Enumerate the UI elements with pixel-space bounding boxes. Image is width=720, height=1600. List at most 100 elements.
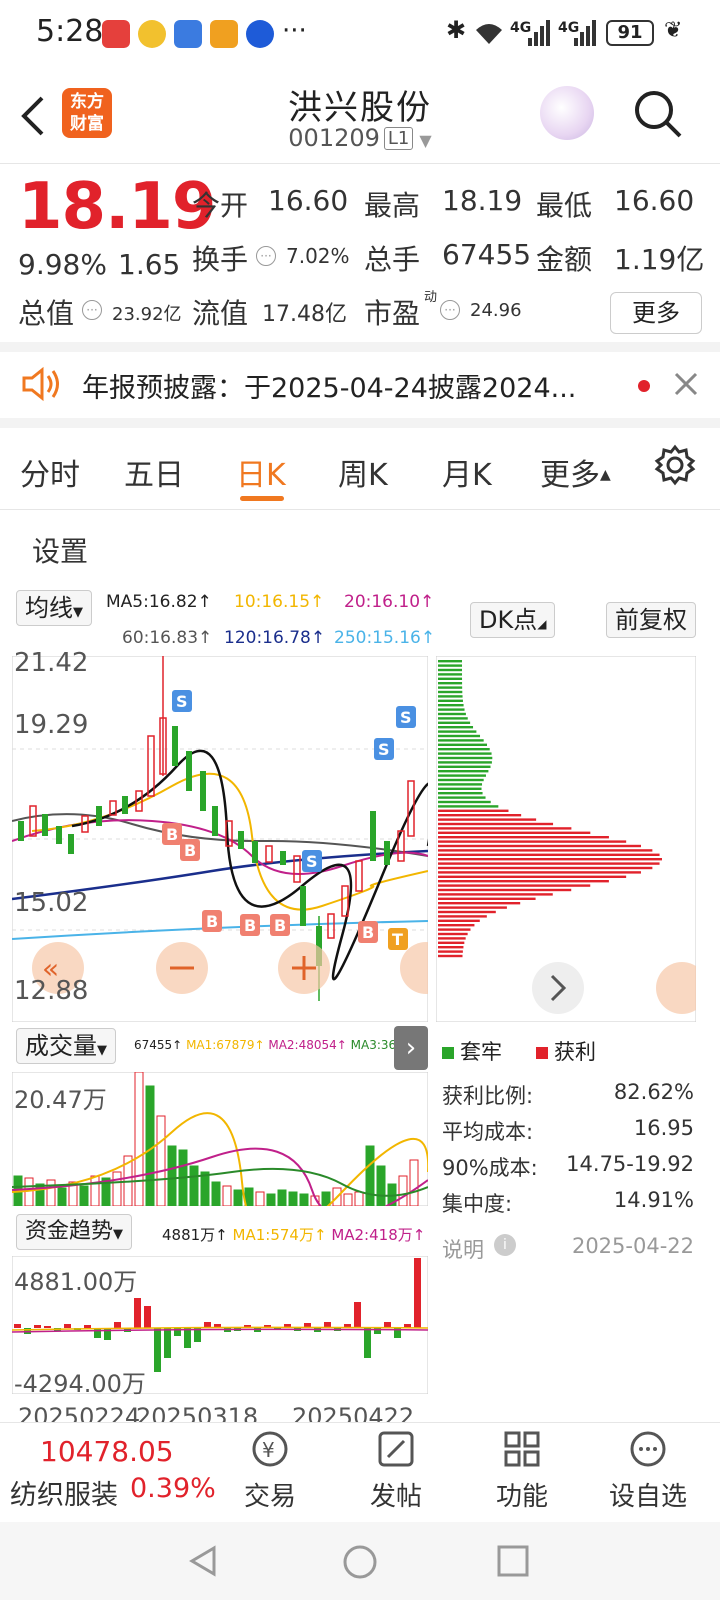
search-icon[interactable]: [632, 88, 684, 140]
volume-bar: [222, 1185, 232, 1206]
stat-row: 90%成本: 14.75-19.92: [442, 1152, 694, 1182]
nav-back-icon[interactable]: [186, 1544, 220, 1578]
functions-button[interactable]: 功能: [472, 1429, 572, 1513]
fund-trend-selector[interactable]: 资金趋势▼: [16, 1214, 133, 1250]
chip-bar: [438, 765, 491, 768]
tab-more[interactable]: 更多▲: [540, 450, 611, 494]
volume-bar: [200, 1171, 210, 1206]
chip-bar: [438, 818, 537, 821]
chip-bar: [438, 752, 492, 755]
stat-label: 集中度:: [442, 1192, 513, 1216]
chip-bar: [438, 682, 463, 685]
chip-bar: [438, 809, 509, 812]
change-amount: 1.65: [118, 248, 181, 281]
trade-button[interactable]: ¥ 交易: [220, 1429, 320, 1513]
ma-selector[interactable]: 均线▼: [16, 590, 92, 626]
unread-dot: [638, 380, 650, 392]
float-cap-value: 17.48亿: [262, 302, 347, 327]
chip-bar: [438, 708, 465, 711]
status-time: 5:28: [36, 14, 104, 49]
volume-bar: [354, 1191, 364, 1206]
ma5-value: MA5:16.82↑: [106, 592, 212, 612]
nav-recents-icon[interactable]: [496, 1544, 530, 1578]
dk-point-button[interactable]: DK点◢: [470, 602, 556, 638]
svg-text:¥: ¥: [262, 1438, 275, 1462]
stock-code[interactable]: 001209 L1 ▼: [0, 124, 720, 152]
bluetooth-icon: ✱: [446, 16, 467, 44]
chip-bar: [438, 739, 484, 742]
post-button[interactable]: 发帖: [346, 1429, 446, 1513]
volume-bar: [167, 1145, 177, 1206]
explain-row[interactable]: 说明 i 2025-04-22: [442, 1234, 694, 1264]
chip-bar: [438, 862, 660, 865]
fund-current: 4881万↑: [162, 1226, 228, 1244]
chip-bar: [438, 664, 463, 667]
settings-gear-icon[interactable]: [654, 444, 696, 486]
fund-bar: [14, 1324, 21, 1328]
tab-daily-k[interactable]: 日K: [236, 450, 286, 494]
tab-five-day[interactable]: 五日: [124, 450, 184, 494]
price-adjust-button[interactable]: 前复权: [606, 602, 696, 638]
tab-intraday[interactable]: 分时: [20, 450, 80, 494]
info-icon[interactable]: ···: [440, 300, 460, 320]
explain-label: 说明: [442, 1238, 484, 1262]
chip-bar: [438, 668, 463, 672]
info-icon[interactable]: ···: [82, 300, 102, 320]
app-notification-icon: [210, 20, 238, 48]
bottom-toolbar: 10478.05 纺织服装 0.39% ¥ 交易 发帖 功能 设自选: [0, 1422, 720, 1522]
volume-label: 总手: [364, 243, 421, 276]
volume-indicator-selector[interactable]: 成交量▼: [16, 1028, 116, 1064]
volume-bar: [112, 1171, 122, 1206]
watchlist-button[interactable]: 设自选: [598, 1429, 698, 1513]
more-quote-button[interactable]: 更多: [610, 292, 702, 334]
fund-selector-label: 资金趋势: [25, 1219, 114, 1244]
y-axis-label: 19.29: [14, 710, 89, 740]
svg-text:T: T: [392, 930, 403, 949]
chip-distribution-chart[interactable]: [436, 656, 696, 1022]
app-notification-icon: [174, 20, 202, 48]
chip-bar: [438, 778, 484, 782]
stat-label: 获利比例:: [442, 1084, 534, 1108]
settings-label[interactable]: 设置: [32, 530, 88, 570]
volume-ymax: 20.47万: [14, 1086, 107, 1114]
notice-banner[interactable]: 年报预披露：于2025-04-24披露2024...: [0, 352, 720, 428]
sector-index-value[interactable]: 10478.05: [40, 1435, 174, 1468]
high-value: 18.19: [442, 184, 523, 217]
x-axis-dates: 20250224 20250318 20250422: [12, 1400, 428, 1422]
fund-bar: [364, 1328, 371, 1358]
trade-label: 交易: [243, 1482, 296, 1512]
nav-home-icon[interactable]: [342, 1544, 378, 1580]
y-axis-label: 15.02: [14, 888, 89, 918]
tab-monthly-k[interactable]: 月K: [442, 450, 492, 494]
chip-bar: [438, 730, 477, 733]
volume-bar: [376, 1165, 386, 1206]
watchlist-label: 设自选: [608, 1482, 687, 1512]
fund-bar: [64, 1324, 71, 1328]
close-icon[interactable]: [674, 372, 698, 396]
y-axis-label: 21.42: [14, 648, 89, 678]
chip-bar: [438, 954, 463, 958]
chart-tabs: 分时 五日 日K 周K 月K 更多▲: [0, 428, 720, 510]
volume-selector-label: 成交量: [25, 1032, 97, 1060]
quote-panel: 18.19 9.98% 1.65 总值 ··· 23.92亿 今开 16.60 …: [0, 164, 720, 352]
chip-bar: [438, 950, 463, 953]
chip-bar: [438, 822, 554, 826]
volume-bar: [156, 1115, 166, 1206]
legend-swatch-green: [442, 1047, 454, 1059]
info-icon[interactable]: ···: [256, 246, 276, 266]
assistant-avatar[interactable]: [540, 86, 594, 140]
chip-bar: [438, 721, 471, 724]
collapse-panel-button[interactable]: ›: [394, 1026, 428, 1070]
sector-name[interactable]: 纺织服装: [10, 1473, 118, 1512]
svg-text:B: B: [244, 916, 256, 935]
chip-bar: [438, 910, 496, 914]
chip-bar: [438, 734, 481, 738]
legend-hold: 套牢: [442, 1036, 502, 1066]
stock-code-text: 001209: [288, 124, 380, 152]
current-price: 18.19: [18, 170, 216, 244]
tab-weekly-k[interactable]: 周K: [338, 450, 388, 494]
ma250-value: 250:15.16↑: [334, 628, 436, 648]
page-right-button: [532, 962, 584, 1014]
ma-selector-label: 均线: [25, 594, 73, 622]
edit-icon: [378, 1431, 414, 1467]
